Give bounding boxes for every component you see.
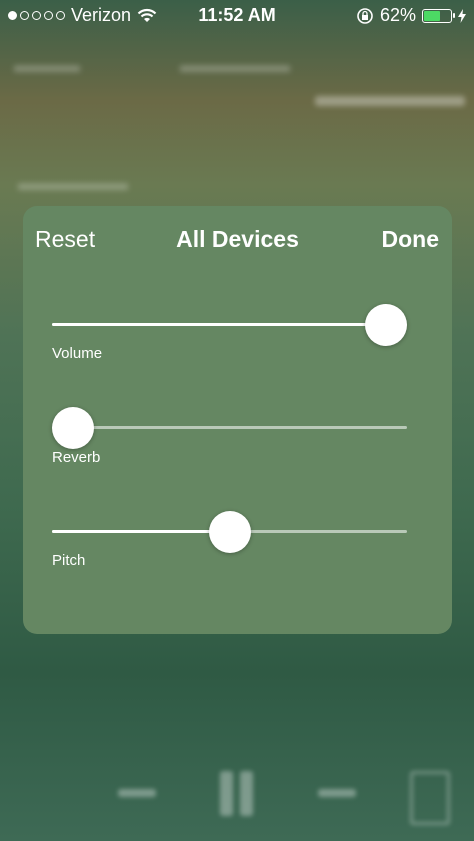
background-blur-bar (315, 96, 465, 106)
pause-icon (240, 771, 253, 816)
background-blur-text: ▬▬▬▬▬ (18, 170, 128, 195)
next-icon (318, 789, 356, 797)
status-right-group: 62% (356, 5, 466, 26)
rotation-lock-icon (357, 7, 373, 24)
background-transport-controls (0, 741, 474, 841)
background-blur-text: ▬▬▬ (14, 52, 80, 77)
reverb-label: Reverb (52, 449, 101, 466)
volume-label: Volume (52, 345, 103, 362)
pitch-label: Pitch (52, 552, 86, 569)
reverb-slider-knob[interactable] (52, 407, 94, 449)
battery-icon (422, 8, 455, 23)
all-devices-panel: Reset All Devices Done Volume Reverb Pit… (23, 206, 452, 634)
reverb-slider[interactable] (52, 406, 407, 450)
done-button[interactable]: Done (382, 226, 440, 253)
status-bar: Verizon 11:52 AM 62% (0, 0, 474, 32)
battery-percent: 62% (379, 5, 416, 25)
pitch-slider-knob[interactable] (208, 511, 251, 553)
volume-slider-knob[interactable] (364, 304, 407, 346)
volume-slider[interactable] (52, 303, 407, 347)
previous-icon (118, 789, 156, 797)
panel-header: Reset All Devices Done (23, 226, 452, 256)
reverb-slider-track[interactable] (52, 426, 407, 429)
pause-icon (220, 771, 233, 816)
background-blur-text: ▬▬▬▬▬ (180, 52, 290, 77)
pitch-slider[interactable] (52, 510, 407, 554)
volume-slider-track[interactable] (52, 323, 407, 326)
share-icon (410, 771, 450, 825)
charging-bolt-icon (458, 8, 466, 23)
